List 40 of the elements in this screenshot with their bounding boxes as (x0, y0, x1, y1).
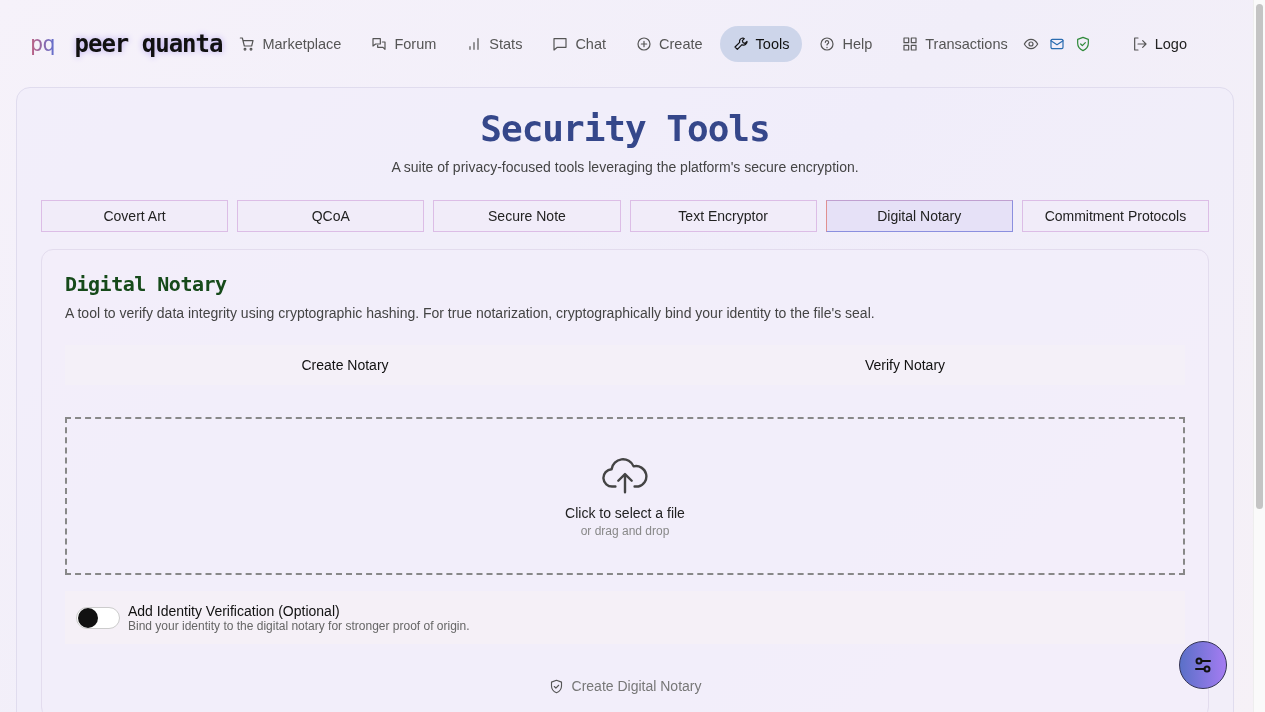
cart-icon (239, 35, 256, 52)
option-label: Add Identity Verification (Optional) (128, 602, 341, 619)
chat-bubbles-icon (371, 35, 388, 52)
page-title: Security Tools (479, 108, 771, 149)
nav-link[interactable]: Create (623, 25, 716, 62)
nav-link[interactable]: Chat (539, 25, 620, 62)
tool-tab[interactable]: Commitment Protocols (1021, 200, 1210, 232)
dropzone-hint: or drag and drop (580, 523, 670, 538)
help-icon (819, 35, 836, 52)
wrench-icon (732, 35, 749, 52)
nav-link[interactable]: Transactions (889, 25, 1021, 62)
brand-name[interactable]: peer quanta (74, 29, 223, 58)
shield-check-icon (548, 678, 564, 694)
option-description: Bind your identity to the digital notary for stronger proof of origin. (128, 618, 470, 633)
tool-tab[interactable]: Digital Notary (825, 200, 1013, 232)
tool-tab[interactable]: Text Encryptor (629, 200, 817, 232)
logout-link[interactable]: Logo (1118, 25, 1187, 62)
tool-tab[interactable]: QCoA (237, 200, 425, 232)
tool-tab[interactable]: Covert Art (41, 200, 229, 232)
scrollbar[interactable] (1253, 0, 1265, 712)
nav-link[interactable]: Stats (453, 25, 536, 62)
panel-title: Digital Notary (65, 272, 228, 296)
nav-link[interactable]: Tools (719, 25, 803, 62)
nav-link[interactable]: Forum (358, 25, 450, 62)
plus-circle-icon (636, 35, 653, 52)
toggle-switch[interactable] (76, 606, 120, 629)
page-subtitle: A suite of privacy-focused tools leveraging the platform's secure encryption. (390, 159, 860, 175)
chat-bubble-icon (552, 35, 569, 52)
file-dropzone[interactable]: Click to select a file or drag and drop (65, 417, 1185, 575)
nav-link[interactable]: Marketplace (226, 25, 355, 62)
settings-fab[interactable] (1179, 641, 1227, 689)
logout-icon (1131, 35, 1148, 52)
mode-tab[interactable]: Verify Notary (625, 345, 1185, 385)
panel-description: A tool to verify data integrity using cryptographic hashing. For true notarization, cryptographically bind your identity to the file's seal. (65, 305, 876, 321)
dropzone-label: Click to select a file (565, 504, 685, 521)
grid-icon (902, 35, 919, 52)
tool-tab[interactable]: Secure Note (433, 200, 621, 232)
shield-check-icon[interactable] (1074, 35, 1091, 52)
nav-link[interactable]: Help (806, 25, 886, 62)
mode-tab[interactable]: Create Notary (65, 345, 625, 385)
